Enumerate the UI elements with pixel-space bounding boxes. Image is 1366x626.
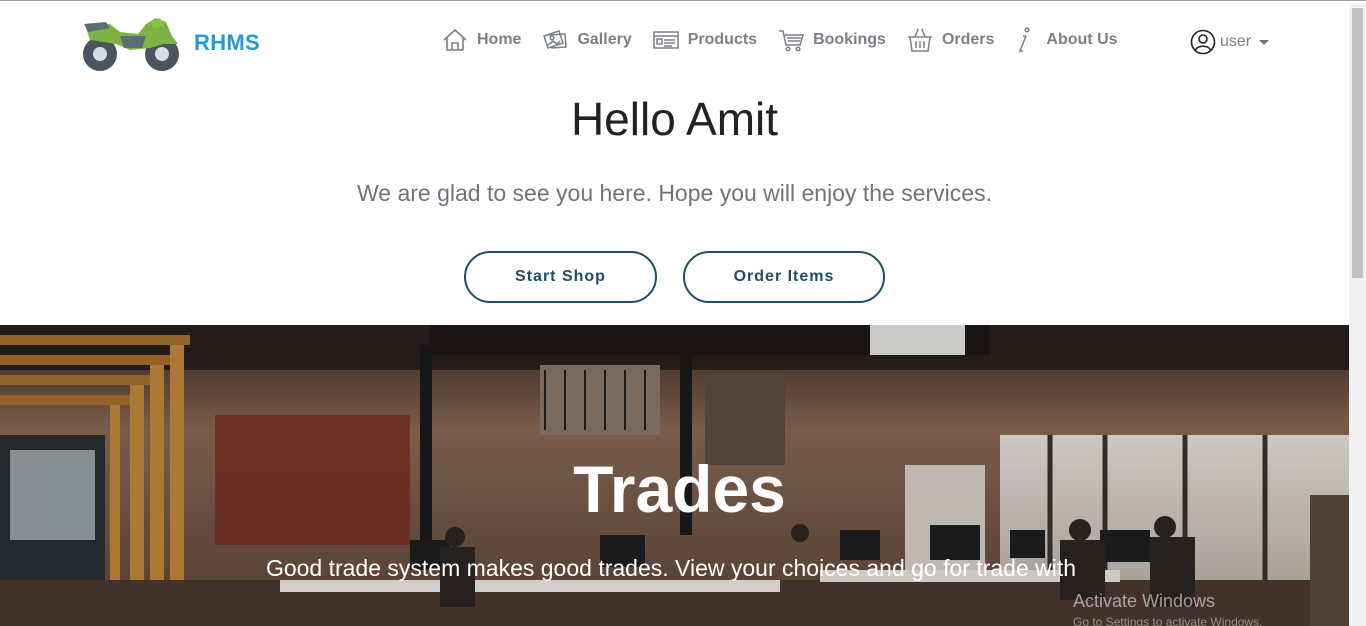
- motorcycle-icon: [83, 18, 179, 71]
- info-icon: [1019, 27, 1030, 52]
- hero-subtitle: We are glad to see you here. Hope you wi…: [357, 180, 992, 206]
- basket-icon: [907, 28, 932, 52]
- nav-gallery[interactable]: Gallery: [541, 26, 632, 54]
- nav-bookings-label: Bookings: [813, 31, 886, 48]
- chevron-down-icon: [1259, 39, 1270, 45]
- user-menu[interactable]: user: [1190, 29, 1270, 55]
- nav-gallery-label: Gallery: [577, 31, 632, 48]
- banner-subtitle: Good trade system makes good trades. Vie…: [265, 555, 1077, 581]
- hero-title: Hello Amit: [570, 93, 779, 145]
- start-shop-button[interactable]: Start Shop: [464, 251, 657, 303]
- navbar: RHMS Home Gallery Products Bookings Orde…: [0, 4, 1349, 80]
- banner-title: Trades: [573, 452, 786, 526]
- nav-products-label: Products: [687, 31, 758, 48]
- main-nav: Home Gallery Products Bookings Orders Ab…: [441, 26, 1138, 54]
- gallery-icon: [543, 30, 568, 49]
- products-icon: [652, 31, 679, 49]
- nav-home[interactable]: Home: [441, 26, 521, 54]
- nav-about-label: About Us: [1046, 31, 1118, 48]
- page: RHMS Home Gallery Products Bookings Orde…: [0, 4, 1349, 626]
- user-label: user: [1220, 33, 1252, 50]
- nav-bookings[interactable]: Bookings: [777, 26, 886, 54]
- home-icon: [443, 28, 467, 51]
- windows-activation-watermark: Activate Windows: [1073, 591, 1216, 611]
- nav-orders-label: Orders: [941, 31, 995, 48]
- order-items-button[interactable]: Order Items: [683, 251, 885, 303]
- cart-icon: [779, 30, 805, 52]
- nav-orders[interactable]: Orders: [906, 26, 994, 54]
- windows-activation-watermark-sub: Go to Settings to activate Windows.: [1073, 615, 1263, 626]
- brand-name: RHMS: [194, 30, 260, 55]
- scrollbar-thumb[interactable]: [1352, 8, 1363, 278]
- vertical-scrollbar[interactable]: [1349, 4, 1366, 626]
- nav-about[interactable]: About Us: [1014, 26, 1118, 54]
- nav-products[interactable]: Products: [652, 26, 757, 54]
- nav-home-label: Home: [477, 31, 522, 48]
- user-icon: [1190, 29, 1216, 55]
- trades-banner: Trades Good trade system makes good trad…: [0, 325, 1349, 626]
- brand[interactable]: RHMS: [80, 14, 260, 72]
